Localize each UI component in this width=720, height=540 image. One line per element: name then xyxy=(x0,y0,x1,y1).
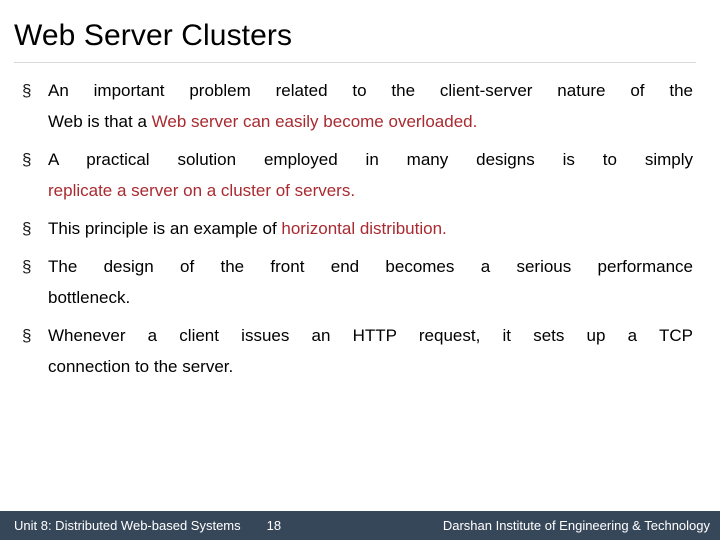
bullet-marker-icon: § xyxy=(22,150,32,169)
footer-unit-label: Unit 8: Distributed Web-based Systems xyxy=(14,518,241,533)
bullet-line: Whenever a client issues an HTTP request… xyxy=(48,320,693,351)
highlighted-text: Web server can easily become overloaded. xyxy=(151,112,478,131)
slide-body: § An important problem related to the cli… xyxy=(0,63,720,540)
bullet-line: The design of the front end becomes a se… xyxy=(48,251,693,282)
page-title: Web Server Clusters xyxy=(14,19,293,52)
slide-title-area: Web Server Clusters xyxy=(0,0,720,63)
slide-footer: Unit 8: Distributed Web-based Systems 18… xyxy=(0,511,720,540)
bullet-text: The design of the front end becomes a se… xyxy=(48,251,693,313)
plain-text: connection to the server. xyxy=(48,357,234,376)
bullet-line: A practical solution employed in many de… xyxy=(48,144,693,175)
bullet-line: replicate a server on a cluster of serve… xyxy=(48,175,693,206)
footer-page-number: 18 xyxy=(266,518,282,533)
bullet-marker-icon: § xyxy=(22,81,32,100)
bullet-marker-icon: § xyxy=(22,219,32,238)
plain-text: A practical solution employed in many de… xyxy=(48,150,693,169)
footer-organization-label: Darshan Institute of Engineering & Techn… xyxy=(442,518,710,533)
bullet-line: This principle is an example of horizont… xyxy=(48,213,693,244)
bullet-item: § An important problem related to the cli… xyxy=(22,75,693,137)
bullet-item: § The design of the front end becomes a s… xyxy=(22,251,693,313)
bullet-marker-icon: § xyxy=(22,326,32,345)
plain-text: Web is that a xyxy=(48,112,152,131)
bullet-text: An important problem related to the clie… xyxy=(48,75,693,137)
plain-text: This principle is an example of xyxy=(48,219,282,238)
plain-text: The design of the front end becomes a se… xyxy=(48,257,693,276)
slide: Web Server Clusters § An important proble… xyxy=(0,0,720,540)
bullet-item: § Whenever a client issues an HTTP reques… xyxy=(22,320,693,382)
highlighted-text: replicate a server on a cluster of serve… xyxy=(48,181,356,200)
bullet-line: connection to the server. xyxy=(48,351,693,382)
bullet-text: This principle is an example of horizont… xyxy=(48,213,693,244)
bullet-line: Web is that a Web server can easily beco… xyxy=(48,106,693,137)
bullet-marker-icon: § xyxy=(22,257,32,276)
bullet-text: A practical solution employed in many de… xyxy=(48,144,693,206)
plain-text: An important problem related to the clie… xyxy=(48,81,693,100)
bullet-text: Whenever a client issues an HTTP request… xyxy=(48,320,693,382)
bullet-item: § This principle is an example of horizon… xyxy=(22,213,693,244)
bullet-item: § A practical solution employed in many d… xyxy=(22,144,693,206)
plain-text: Whenever a client issues an HTTP request… xyxy=(48,326,693,345)
highlighted-text: horizontal distribution. xyxy=(281,219,447,238)
bullet-line: bottleneck. xyxy=(48,282,693,313)
plain-text: bottleneck. xyxy=(48,288,131,307)
bullet-line: An important problem related to the clie… xyxy=(48,75,693,106)
